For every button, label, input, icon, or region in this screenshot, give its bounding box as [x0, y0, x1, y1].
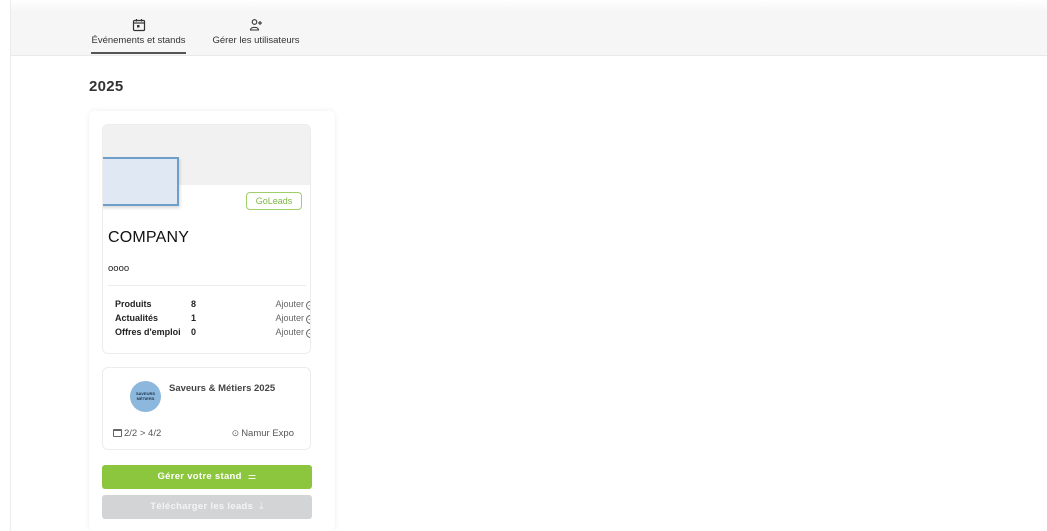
location-pin-icon: ⊙	[231, 428, 240, 438]
plus-circle-icon: +	[306, 315, 310, 324]
stat-count: 0	[191, 327, 197, 337]
stat-count: 1	[191, 313, 197, 323]
add-news-link[interactable]: Ajouter+	[275, 313, 310, 324]
download-leads-button[interactable]: Télécharger les leads ⤓	[102, 495, 312, 519]
stat-row-news: Actualités 1 Ajouter+	[115, 313, 310, 327]
active-tab-indicator	[91, 52, 186, 54]
company-name: COMPANY	[108, 229, 190, 246]
tab-manage-users[interactable]: Gérer les utilisateurs	[207, 18, 305, 56]
stand-card: GoLeads COMPANY oooo Produits 8 Ajouter+…	[89, 111, 335, 531]
add-product-link[interactable]: Ajouter+	[275, 299, 310, 310]
tab-events-label: Événements et stands	[91, 35, 186, 46]
stat-label: Offres d'emploi	[115, 327, 181, 337]
users-icon	[249, 19, 262, 31]
stat-row-products: Produits 8 Ajouter+	[115, 299, 310, 313]
tab-events-and-stands[interactable]: Événements et stands	[91, 18, 186, 56]
stat-label: Produits	[115, 299, 152, 309]
stat-count: 8	[191, 299, 197, 309]
calendar-icon	[132, 19, 145, 32]
event-dates: 2/2 > 4/2	[113, 428, 161, 439]
manage-stand-button[interactable]: Gérer votre stand ⚌	[102, 465, 312, 489]
company-panel: GoLeads COMPANY oooo Produits 8 Ajouter+…	[102, 124, 311, 354]
add-job-link[interactable]: Ajouter+	[275, 327, 310, 338]
plus-circle-icon: +	[306, 301, 310, 310]
goleads-badge: GoLeads	[246, 192, 302, 210]
sliders-icon: ⚌	[247, 471, 257, 482]
event-location: ⊙ Namur Expo	[231, 428, 294, 439]
event-panel: SAVEURS MÉTIERS Saveurs & Métiers 2025 2…	[102, 367, 311, 450]
year-heading: 2025	[89, 78, 124, 95]
company-subtitle: oooo	[108, 263, 130, 274]
divider	[108, 285, 306, 286]
tab-users-label: Gérer les utilisateurs	[212, 35, 300, 46]
event-name: Saveurs & Métiers 2025	[169, 383, 276, 394]
calendar-icon	[113, 429, 122, 437]
company-logo	[103, 157, 179, 206]
download-icon: ⤓	[259, 501, 264, 512]
plus-circle-icon: +	[306, 329, 310, 338]
stat-row-jobs: Offres d'emploi 0 Ajouter+	[115, 327, 310, 341]
event-logo: SAVEURS MÉTIERS	[130, 381, 161, 412]
top-navigation: Événements et stands Gérer les utilisate…	[11, 0, 1047, 56]
stat-label: Actualités	[115, 313, 159, 323]
